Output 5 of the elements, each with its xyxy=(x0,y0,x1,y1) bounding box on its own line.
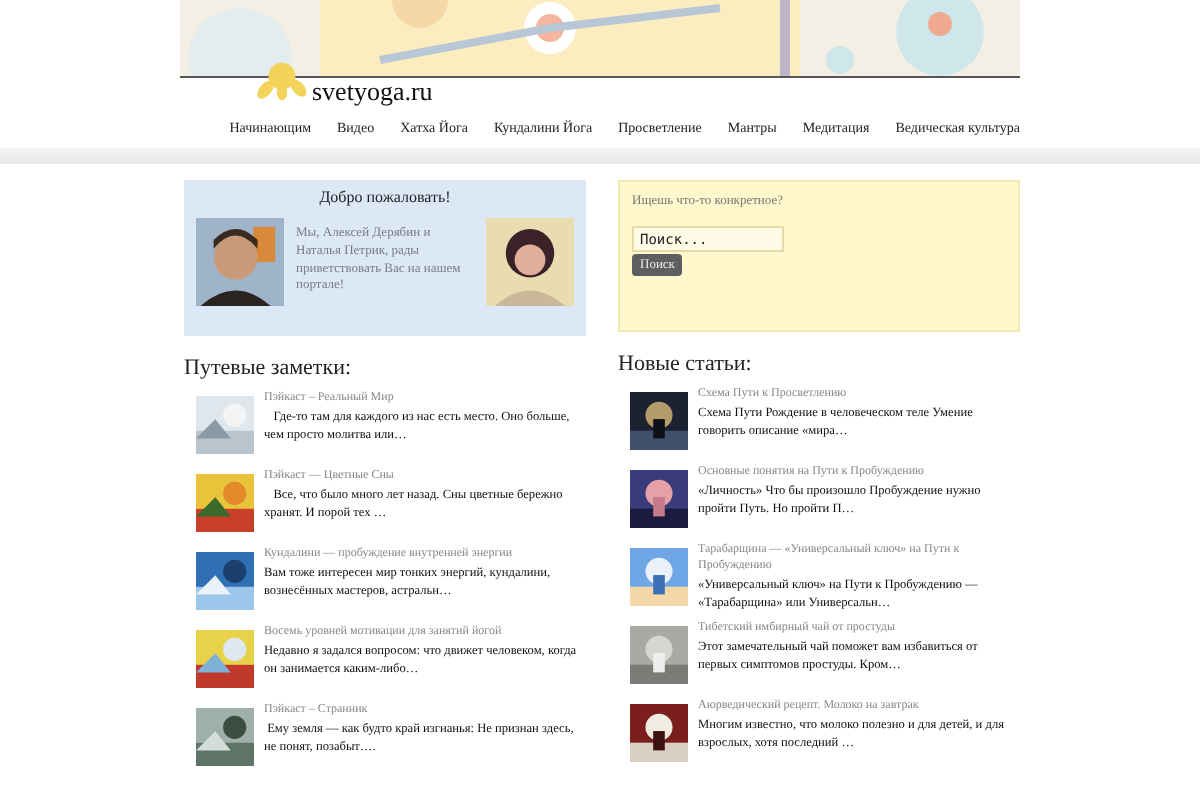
sun-icon xyxy=(252,58,312,102)
section-heading: Путевые заметки: xyxy=(184,356,354,380)
site-logo[interactable]: svetyoga.ru xyxy=(312,78,433,106)
section-heading: Новые статьи: xyxy=(618,352,754,376)
welcome-title: Добро пожаловать! xyxy=(317,188,453,206)
